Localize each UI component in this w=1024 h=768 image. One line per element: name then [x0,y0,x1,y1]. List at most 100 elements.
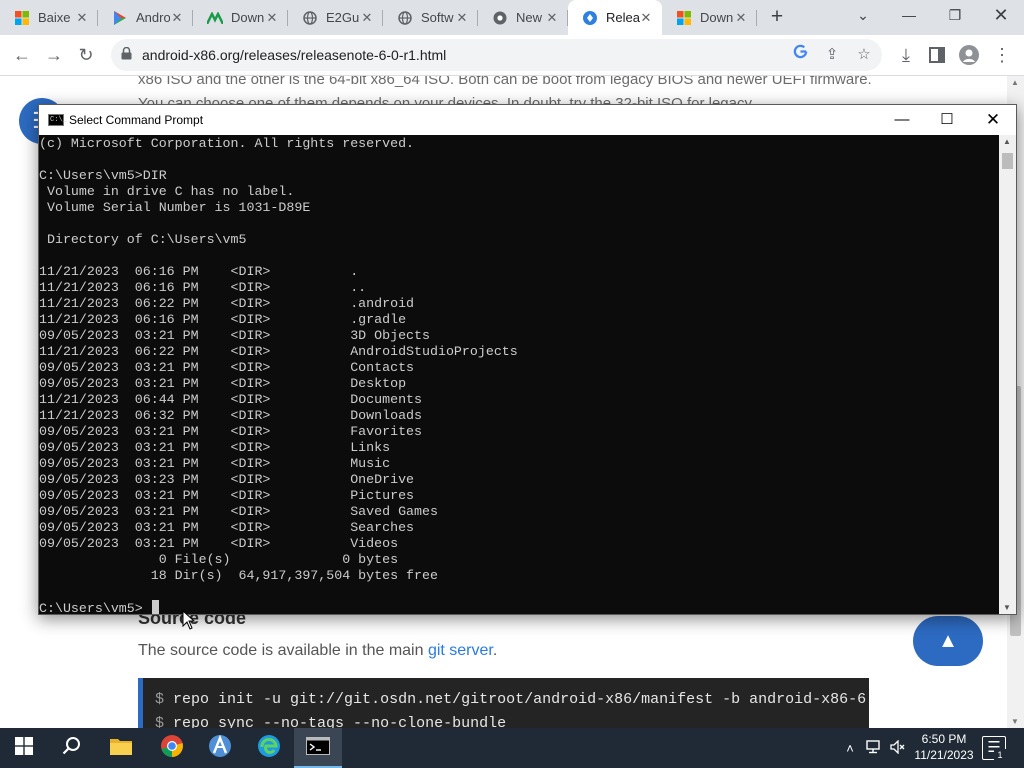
tab-download-2[interactable]: Down ✕ [662,0,757,35]
close-tab-icon[interactable]: ✕ [733,10,749,26]
console-line: 09/05/2023 03:21 PM <DIR> Saved Games [39,504,438,519]
download-site-icon [207,10,223,26]
reload-icon[interactable]: ↻ [72,41,100,69]
system-tray: ˄ [838,728,910,768]
console-line: 09/05/2023 03:21 PM <DIR> Pictures [39,488,415,503]
lock-icon[interactable] [121,46,132,63]
cmd-title-bar[interactable]: C:\_ Select Command Prompt — ☐ ✕ [39,105,1016,135]
search-icon [62,736,82,761]
command-prompt-button[interactable] [294,728,342,768]
chrome-icon [160,734,184,763]
chrome-button[interactable] [148,728,196,768]
download-icon[interactable]: ⤓ [892,41,920,69]
minimize-browser-button[interactable]: — [886,0,932,32]
side-panel-icon[interactable] [923,41,951,69]
git-server-link[interactable]: git server [428,642,493,659]
cmd-maximize-button[interactable]: ☐ [924,105,970,135]
new-tab-button[interactable]: + [765,5,789,29]
scroll-up-arrow-icon[interactable]: ▲ [1003,137,1011,146]
tab-new[interactable]: New ✕ [478,0,568,35]
scroll-down-arrow-icon[interactable]: ▼ [1011,717,1019,726]
tab-release-notes[interactable]: Relea ✕ [568,0,662,35]
file-explorer-button[interactable] [97,728,145,768]
tab-title: Andro [136,10,170,25]
console-line: 0 File(s) 0 bytes [39,552,399,567]
edge-icon [257,734,281,763]
code-line: repo sync --no-tags --no-clone-bundle [173,715,507,728]
cmd-scrollbar-thumb[interactable] [1002,153,1013,169]
profile-avatar-icon[interactable] [955,41,983,69]
tab-search-button[interactable]: ⌄ [840,0,886,32]
volume-muted-icon[interactable] [886,738,910,757]
globe-icon [302,10,318,26]
share-icon[interactable]: ⇪ [820,43,844,67]
tab-download-1[interactable]: Down ✕ [193,0,288,35]
cmd-close-button[interactable]: ✕ [970,105,1016,135]
browser-tab-strip: Baixe ✕ Andro ✕ Down ✕ E2Gu ✕ Softw ✕ Ne… [0,0,1024,35]
bookmark-star-icon[interactable]: ☆ [852,43,876,67]
command-prompt-icon [306,736,330,760]
close-tab-icon[interactable]: ✕ [169,10,185,26]
desktop-screen: Baixe ✕ Andro ✕ Down ✕ E2Gu ✕ Softw ✕ Ne… [0,0,1024,768]
tab-software[interactable]: Softw ✕ [383,0,478,35]
site-blue-icon [582,10,598,26]
console-line: 09/05/2023 03:21 PM <DIR> Favorites [39,424,423,439]
close-tab-icon[interactable]: ✕ [359,10,375,26]
search-button[interactable] [48,728,96,768]
tab-title: Down [231,10,265,25]
back-arrow-icon[interactable]: ← [8,41,36,69]
close-tab-icon[interactable]: ✕ [638,10,654,26]
browser-toolbar: ← → ↻ android-x86.org/releases/releaseno… [0,35,1024,76]
restore-browser-button[interactable]: ❐ [932,0,978,32]
clock-date: 11/21/2023 [914,748,974,762]
console-line: 09/05/2023 03:21 PM <DIR> Searches [39,520,415,535]
address-bar[interactable]: android-x86.org/releases/releasenote-6-0… [111,39,882,71]
close-tab-icon[interactable]: ✕ [264,10,280,26]
tab-baixe[interactable]: Baixe ✕ [0,0,98,35]
start-button[interactable] [0,728,48,768]
tab-e2gu[interactable]: E2Gu ✕ [288,0,383,35]
scroll-up-arrow-icon[interactable]: ▲ [1011,78,1019,87]
tab-android[interactable]: Andro ✕ [98,0,193,35]
google-lens-icon[interactable] [788,43,812,67]
console-line: 09/05/2023 03:23 PM <DIR> OneDrive [39,472,415,487]
source-code-paragraph: The source code is available in the main… [138,642,497,660]
scroll-down-arrow-icon[interactable]: ▼ [1003,603,1011,612]
close-browser-button[interactable]: ✕ [978,0,1024,32]
microsoft-logo-icon [14,10,30,26]
console-line: C:\Users\vm5>DIR [39,168,167,183]
cmd-title: Select Command Prompt [69,113,204,127]
chrome-icon [492,10,508,26]
edge-button[interactable] [245,728,293,768]
taskbar-clock[interactable]: 6:50 PM 11/21/2023 [912,731,976,763]
close-tab-icon[interactable]: ✕ [454,10,470,26]
network-icon[interactable] [862,739,886,757]
console-line: 09/05/2023 03:21 PM <DIR> Videos [39,536,399,551]
cmd-console-output[interactable]: (c) Microsoft Corporation. All rights re… [39,135,999,614]
console-line: Directory of C:\Users\vm5 [39,232,247,247]
chevron-up-icon[interactable]: ˄ [838,741,862,756]
close-tab-icon[interactable]: ✕ [544,10,560,26]
repo-code-block: $ repo init -u git://git.osdn.net/gitroo… [138,678,869,728]
menu-kebab-icon[interactable]: ⋮ [988,41,1016,69]
cmd-minimize-button[interactable]: — [879,105,925,135]
android-studio-button[interactable] [196,728,244,768]
url-text[interactable]: android-x86.org/releases/releasenote-6-0… [142,47,446,63]
console-line: 11/21/2023 06:22 PM <DIR> .android [39,296,415,311]
console-line: (c) Microsoft Corporation. All rights re… [39,136,415,151]
command-prompt-window[interactable]: C:\_ Select Command Prompt — ☐ ✕ (c) Mic… [38,104,1017,615]
tab-title: E2Gu [326,10,360,25]
forward-arrow-icon[interactable]: → [40,41,68,69]
scroll-to-top-button[interactable]: ▲ [913,616,983,666]
google-play-icon [112,10,128,26]
cmd-window-icon: C:\_ [48,114,67,126]
cmd-scrollbar[interactable]: ▲ ▼ [999,135,1016,614]
notification-count-badge: 1 [994,749,1006,761]
close-tab-icon[interactable]: ✕ [74,10,90,26]
mouse-pointer-icon [182,610,196,630]
globe-icon [397,10,413,26]
console-line: 11/21/2023 06:16 PM <DIR> .gradle [39,312,407,327]
android-studio-icon [208,734,232,763]
